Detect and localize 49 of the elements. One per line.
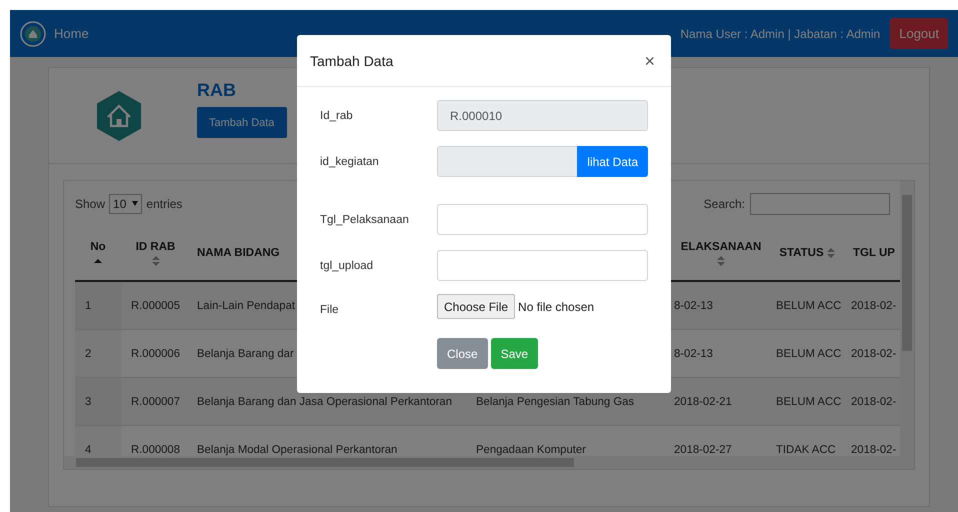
table-cell: 2018-02-21 — [674, 378, 768, 426]
caret-icon — [132, 201, 138, 206]
entries-label: entries — [146, 196, 182, 210]
field-label: File — [320, 302, 340, 316]
choose-file-button[interactable]: Choose File — [437, 294, 516, 319]
id-rab-field[interactable]: R.000010 — [437, 100, 648, 131]
file-status: No file chosen — [518, 300, 594, 314]
logo-icon — [20, 20, 46, 46]
field-label: Tgl_Pelaksanaan — [320, 214, 410, 226]
user-info: Nama User : Admin | Jabatan : Admin — [680, 26, 880, 40]
add-data-button[interactable]: Tambah Data — [197, 107, 287, 138]
table-cell: 1 — [75, 282, 121, 330]
table-cell: 3 — [75, 378, 121, 426]
sort-icon[interactable] — [717, 256, 725, 266]
table-cell: R.000007 — [121, 378, 190, 426]
modal-title: Tambah Data — [310, 52, 394, 68]
input-field[interactable] — [437, 204, 648, 235]
sort-icon[interactable] — [152, 256, 160, 266]
field-label: id_kegiatan — [320, 156, 380, 168]
close-button[interactable]: Close — [437, 338, 488, 369]
lookup-button[interactable]: lihat Data — [577, 146, 648, 177]
table-cell: BELUM ACC — [768, 282, 846, 330]
table-cell: 2018-02- — [846, 282, 900, 330]
input-field[interactable] — [437, 250, 648, 281]
field-label: tgl_upload — [320, 260, 374, 272]
show-label: Show — [75, 196, 106, 210]
input-field[interactable] — [437, 146, 578, 177]
column-header[interactable]: No — [90, 240, 106, 252]
table-cell: 2018-02- — [846, 378, 900, 426]
table-cell: BELUM ACC — [768, 378, 846, 426]
sort-icon[interactable] — [826, 248, 835, 258]
column-header[interactable]: STATUS — [779, 247, 824, 259]
column-header[interactable]: NAMA BIDANG — [197, 247, 280, 259]
close-button[interactable]: × — [642, 52, 657, 70]
save-button[interactable]: Save — [490, 338, 538, 369]
logout-button[interactable]: Logout — [890, 18, 948, 49]
column-header[interactable]: ID RAB — [136, 240, 176, 252]
search-label: Search: — [704, 196, 745, 210]
table-cell: 8-02-13 — [674, 282, 768, 330]
entries-select[interactable]: 10 — [109, 194, 142, 214]
house-icon — [97, 90, 141, 140]
table-cell: R.000005 — [121, 282, 190, 330]
home-link[interactable]: Home — [20, 20, 89, 46]
search-field[interactable] — [750, 192, 890, 214]
column-header[interactable]: TGL UP — [853, 247, 895, 259]
column-header[interactable]: ELAKSANAAN — [680, 240, 762, 252]
page-title: RAB — [197, 80, 237, 101]
field-label: Id_rab — [320, 110, 354, 122]
table-cell: 2 — [75, 330, 121, 378]
